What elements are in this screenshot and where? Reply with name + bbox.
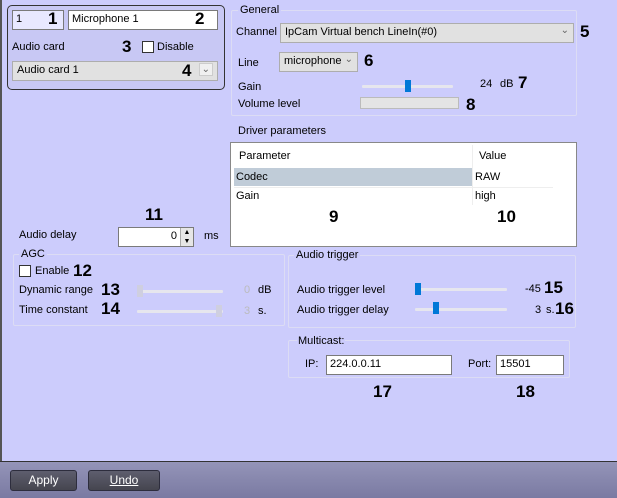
- column-header-value[interactable]: Value: [479, 150, 506, 162]
- callout-11: 11: [145, 205, 163, 224]
- param-cell: Codec: [236, 171, 268, 183]
- table-row[interactable]: Codec RAW: [234, 168, 553, 186]
- channel-select[interactable]: IpCam Virtual bench LineIn(#0) ⌄: [280, 23, 574, 43]
- gain-slider-thumb[interactable]: [405, 80, 411, 92]
- callout-17: 17: [373, 382, 392, 401]
- audio-delay-label: Audio delay: [19, 229, 77, 241]
- agc-enable-label: Enable: [35, 265, 70, 277]
- time-constant-label: Time constant: [19, 304, 88, 316]
- port-input[interactable]: 15501: [496, 355, 564, 375]
- callout-9: 9: [329, 207, 339, 226]
- value-cell: high: [475, 190, 496, 202]
- callout-2: 2: [195, 9, 205, 28]
- port-label: Port:: [468, 358, 492, 370]
- gain-value: 24: [480, 78, 493, 90]
- line-label: Line: [238, 57, 259, 69]
- value-cell: RAW: [475, 171, 501, 183]
- callout-7: 7: [518, 73, 528, 92]
- audio-trigger-delay-slider[interactable]: [415, 308, 507, 311]
- chevron-down-icon: ⌄: [344, 54, 353, 65]
- gain-unit: dB: [500, 78, 514, 90]
- agc-title: AGC: [19, 248, 47, 260]
- callout-3: 3: [122, 37, 132, 56]
- table-row[interactable]: Gain high: [234, 187, 553, 205]
- disable-label: Disable: [157, 41, 194, 53]
- callout-8: 8: [466, 95, 476, 114]
- callout-1: 1: [48, 9, 58, 28]
- channel-label: Channel: [236, 26, 277, 38]
- driver-parameters-table: Parameter Value Codec RAW Gain high: [230, 142, 577, 247]
- ip-input[interactable]: 224.0.0.11: [326, 355, 452, 375]
- audio-trigger-delay-label: Audio trigger delay: [297, 304, 389, 316]
- audio-trigger-title: Audio trigger: [294, 249, 361, 261]
- line-select[interactable]: microphone ⌄: [279, 52, 358, 72]
- dynamic-range-slider[interactable]: [137, 290, 223, 293]
- audio-delay-unit: ms: [204, 230, 219, 242]
- column-header-parameter[interactable]: Parameter: [239, 150, 290, 162]
- callout-5: 5: [580, 22, 590, 41]
- left-edge: [0, 0, 2, 461]
- callout-16: 16: [555, 299, 574, 318]
- line-value: microphone: [284, 55, 342, 67]
- gain-label: Gain: [238, 81, 262, 93]
- dynamic-range-unit: dB: [258, 284, 272, 296]
- undo-button[interactable]: Undo: [88, 470, 160, 491]
- callout-13: 13: [101, 280, 120, 299]
- driver-parameters-label: Driver parameters: [238, 125, 327, 137]
- general-title: General: [238, 4, 282, 16]
- dynamic-range-value: 0: [244, 284, 251, 296]
- audio-trigger-level-value: -45: [525, 283, 541, 295]
- audio-trigger-delay-value: 3: [535, 304, 542, 316]
- audio-trigger-level-label: Audio trigger level: [297, 284, 386, 296]
- callout-12: 12: [73, 261, 92, 280]
- audio-card-label: Audio card: [12, 41, 65, 53]
- time-constant-unit: s.: [258, 305, 267, 317]
- time-constant-value: 3: [244, 305, 251, 317]
- ip-label: IP:: [305, 358, 319, 370]
- param-cell: Gain: [236, 190, 260, 202]
- callout-18: 18: [516, 382, 535, 401]
- spinner-arrows-icon[interactable]: ▲ ▼: [180, 228, 193, 246]
- volume-level-bar: [360, 97, 459, 109]
- audio-trigger-delay-thumb[interactable]: [433, 302, 439, 314]
- callout-10: 10: [497, 207, 516, 226]
- callout-4: 4: [182, 61, 192, 80]
- dynamic-range-label: Dynamic range: [19, 284, 93, 296]
- audio-trigger-level-slider[interactable]: [415, 288, 507, 291]
- multicast-title: Multicast:: [297, 335, 346, 347]
- disable-checkbox[interactable]: [142, 41, 154, 53]
- callout-15: 15: [544, 278, 563, 297]
- callout-6: 6: [364, 51, 374, 70]
- time-constant-slider[interactable]: [137, 310, 223, 313]
- agc-enable-checkbox[interactable]: [19, 265, 31, 277]
- apply-button[interactable]: Apply: [10, 470, 77, 491]
- callout-14: 14: [101, 299, 120, 318]
- channel-value: IpCam Virtual bench LineIn(#0): [285, 26, 438, 38]
- chevron-down-icon: ⌄: [198, 63, 213, 76]
- volume-level-label: Volume level: [238, 98, 301, 110]
- audio-card-value: Audio card 1: [17, 64, 79, 76]
- time-constant-thumb[interactable]: [216, 305, 222, 317]
- audio-trigger-level-thumb[interactable]: [415, 283, 421, 295]
- chevron-down-icon: ⌄: [560, 25, 569, 36]
- audio-trigger-delay-unit: s.: [546, 304, 555, 316]
- dynamic-range-thumb[interactable]: [137, 285, 143, 297]
